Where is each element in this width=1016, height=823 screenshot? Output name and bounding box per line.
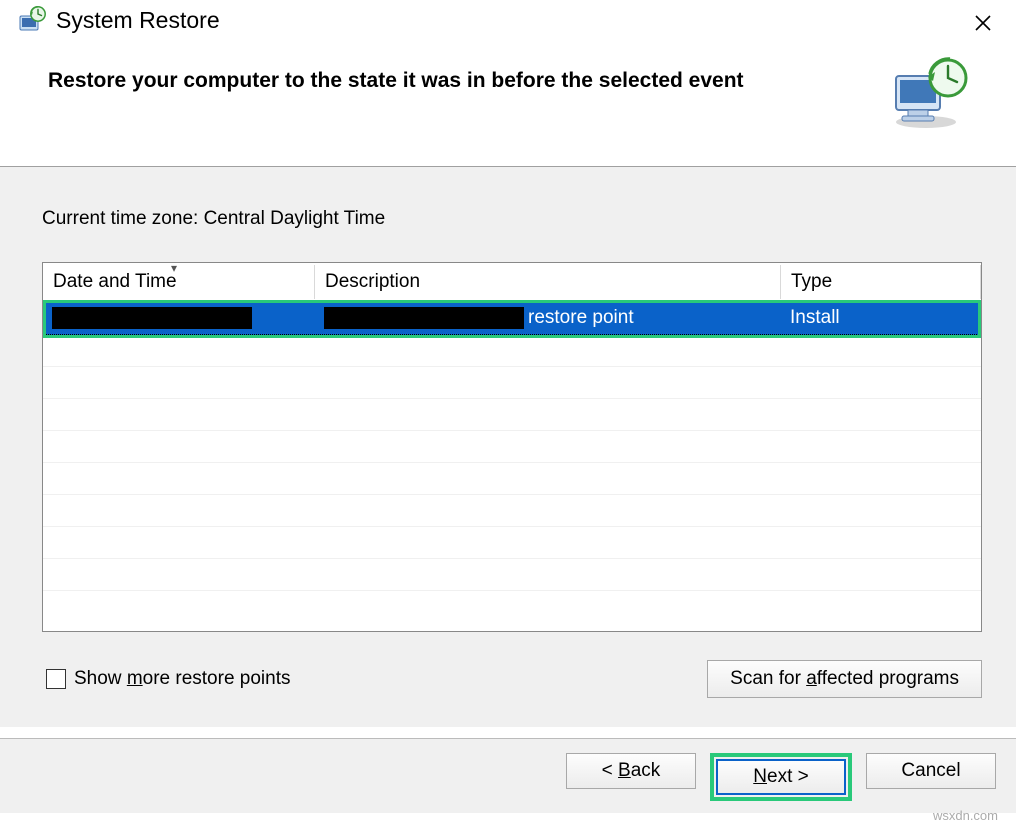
page-heading: Restore your computer to the state it wa… bbox=[48, 68, 744, 94]
table-row[interactable] bbox=[43, 335, 981, 367]
table-row[interactable] bbox=[43, 495, 981, 527]
watermark: wsxdn.com bbox=[933, 808, 998, 823]
annotation-next-highlight: Next > bbox=[710, 753, 852, 801]
show-more-label: Show more restore points bbox=[74, 668, 291, 690]
wizard-footer: < Back Next > Cancel bbox=[0, 738, 1016, 813]
sort-indicator-icon: ▾ bbox=[171, 262, 177, 275]
table-row[interactable] bbox=[43, 431, 981, 463]
table-row[interactable] bbox=[43, 399, 981, 431]
table-row[interactable] bbox=[43, 463, 981, 495]
next-button[interactable]: Next > bbox=[716, 759, 846, 795]
titlebar: System Restore bbox=[0, 0, 1016, 38]
cell-description: restore point bbox=[316, 305, 782, 331]
cell-description-text: restore point bbox=[528, 307, 634, 328]
restore-points-table[interactable]: Date and Time ▾ Description Type restore… bbox=[42, 262, 982, 632]
below-table-row: Show more restore points Scan for affect… bbox=[42, 660, 982, 698]
cell-type: Install bbox=[782, 305, 980, 331]
table-row[interactable] bbox=[43, 559, 981, 591]
table-header: Date and Time ▾ Description Type bbox=[43, 263, 981, 301]
system-restore-icon bbox=[18, 6, 46, 34]
column-description-label: Description bbox=[325, 271, 420, 292]
cell-date-time bbox=[44, 305, 316, 331]
header-band: Restore your computer to the state it wa… bbox=[0, 38, 1016, 160]
column-date-time-label: Date and Time bbox=[53, 271, 177, 292]
window-title: System Restore bbox=[56, 7, 220, 34]
column-date-time[interactable]: Date and Time ▾ bbox=[43, 265, 315, 299]
body-area: Current time zone: Central Daylight Time… bbox=[0, 167, 1016, 727]
table-row[interactable] bbox=[43, 527, 981, 559]
scan-affected-programs-button[interactable]: Scan for affected programs bbox=[707, 660, 982, 698]
back-button[interactable]: < Back bbox=[566, 753, 696, 789]
cancel-button[interactable]: Cancel bbox=[866, 753, 996, 789]
table-row[interactable] bbox=[43, 367, 981, 399]
show-more-checkbox-input[interactable] bbox=[46, 669, 66, 689]
close-button[interactable] bbox=[974, 14, 992, 36]
timezone-label: Current time zone: Central Daylight Time bbox=[42, 208, 982, 230]
show-more-restore-points-checkbox[interactable]: Show more restore points bbox=[42, 666, 291, 692]
column-type[interactable]: Type bbox=[781, 265, 981, 299]
table-row[interactable]: restore point Install bbox=[43, 301, 981, 335]
system-restore-large-icon bbox=[886, 54, 972, 136]
column-type-label: Type bbox=[791, 271, 832, 292]
column-description[interactable]: Description bbox=[315, 265, 781, 299]
system-restore-window: System Restore Restore your computer to … bbox=[0, 0, 1016, 823]
